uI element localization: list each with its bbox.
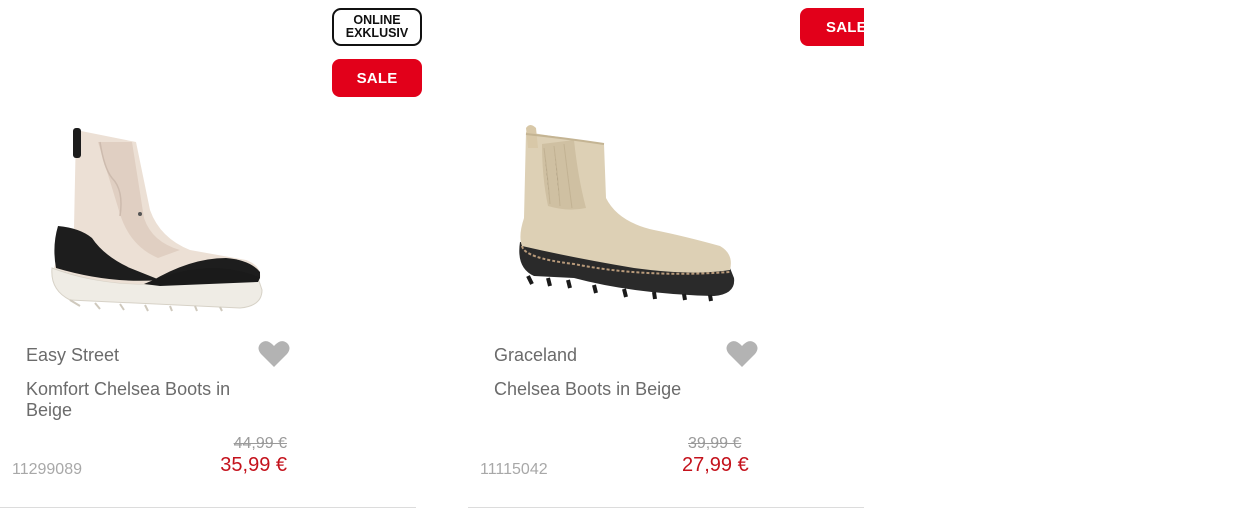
old-price: 44,99 € xyxy=(233,435,287,452)
sale-price: 27,99 € xyxy=(682,454,749,476)
product-image[interactable] xyxy=(514,118,739,318)
card-divider xyxy=(468,507,864,508)
product-name[interactable]: Chelsea Boots in Beige xyxy=(494,379,744,400)
online-exclusive-badge: ONLINE EXKLUSIV xyxy=(332,8,422,46)
sale-badge: SALE xyxy=(800,8,864,46)
product-name[interactable]: Komfort Chelsea Boots in Beige xyxy=(26,379,276,421)
old-price: 39,99 € xyxy=(688,435,742,452)
sale-badge: SALE xyxy=(332,59,422,97)
online-badge-line2: EXKLUSIV xyxy=(345,26,409,40)
sale-price: 35,99 € xyxy=(220,454,287,476)
product-image[interactable] xyxy=(40,118,275,318)
product-card[interactable]: SALE Graceland Chelsea Boots in Beige 39… xyxy=(468,0,864,510)
heart-icon[interactable] xyxy=(258,340,290,368)
product-brand[interactable]: Graceland xyxy=(494,345,577,366)
heart-icon[interactable] xyxy=(726,340,758,368)
product-sku: 11115042 xyxy=(480,461,548,478)
product-grid: ONLINE EXKLUSIV SALE Easy Street Komfort… xyxy=(0,0,1250,510)
product-brand[interactable]: Easy Street xyxy=(26,345,119,366)
card-divider xyxy=(0,507,416,508)
product-sku: 11299089 xyxy=(12,461,82,478)
product-card[interactable]: ONLINE EXKLUSIV SALE Easy Street Komfort… xyxy=(0,0,430,510)
